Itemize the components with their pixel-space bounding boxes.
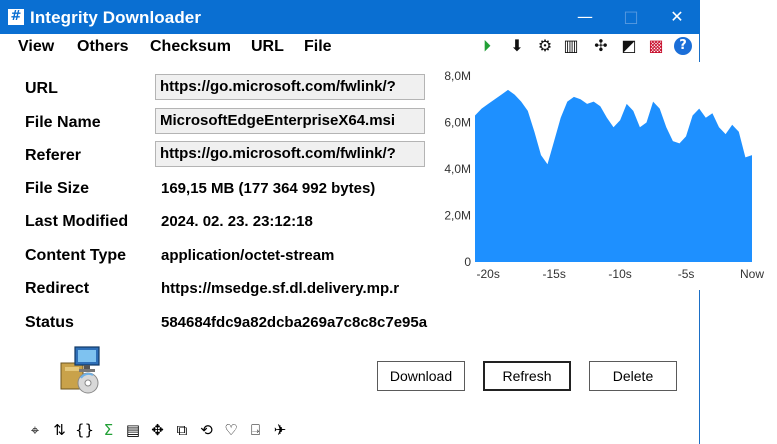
redirect-value: https://msedge.sf.dl.delivery.mp.r <box>161 280 400 297</box>
sigma-icon[interactable]: Σ <box>100 420 118 440</box>
delete-button[interactable]: Delete <box>589 361 677 391</box>
contrast-icon[interactable]: ◩ <box>620 37 638 55</box>
network-icon[interactable]: ✣ <box>592 37 610 55</box>
pin-icon[interactable]: ⌖ <box>26 420 44 440</box>
file-size-label: File Size <box>25 180 90 197</box>
y-tick-label: 6,0M <box>444 116 471 130</box>
runner-icon[interactable]: ✈ <box>271 420 289 440</box>
content-type-value: application/octet-stream <box>161 247 335 264</box>
file-name-field[interactable]: MicrosoftEdgeEnterpriseX64.msi <box>155 108 425 134</box>
y-tick-label: 8,0M <box>444 69 471 83</box>
x-tick-label: -5s <box>678 267 695 281</box>
redirect-label: Redirect <box>25 280 90 297</box>
bar-chart-icon[interactable]: ▥ <box>562 37 580 55</box>
x-tick-label: -10s <box>608 267 631 281</box>
file-name-label: File Name <box>25 114 101 131</box>
referer-label: Referer <box>25 147 82 164</box>
menu-view[interactable]: View <box>18 38 54 56</box>
sort-icon[interactable]: ⇅ <box>51 420 69 440</box>
y-tick-label: 2,0M <box>444 209 471 223</box>
status-label: Status <box>25 314 74 331</box>
maximize-button[interactable]: □ <box>608 0 654 34</box>
heart-icon[interactable]: ♡ <box>222 420 240 440</box>
installer-package-icon <box>60 346 100 394</box>
download-speed-chart: 0 2,0M 4,0M 6,0M 8,0M -20s -15s -10s -5s Now <box>425 62 777 290</box>
menu-others[interactable]: Others <box>77 38 129 56</box>
minimize-button[interactable]: — <box>562 0 608 34</box>
speed-area-series <box>475 89 752 263</box>
x-tick-label: -15s <box>542 267 565 281</box>
window-title: Integrity Downloader <box>30 8 202 27</box>
menu-url[interactable]: URL <box>251 38 284 56</box>
file-size-value: 169,15 MB (177 364 992 bytes) <box>161 180 376 197</box>
x-tick-label: Now <box>740 267 764 281</box>
gear-icon[interactable]: ⚙ <box>536 37 554 55</box>
download-button[interactable]: Download <box>377 361 465 391</box>
import-icon[interactable]: ⍈ <box>247 420 265 440</box>
url-label: URL <box>25 80 58 97</box>
title-bar[interactable]: # Integrity Downloader — □ ✕ <box>0 0 700 34</box>
y-tick-label: 4,0M <box>444 162 471 176</box>
url-field[interactable]: https://go.microsoft.com/fwlink/? <box>155 74 425 100</box>
x-tick-label: -20s <box>477 267 500 281</box>
history-icon[interactable]: ⟲ <box>198 420 216 440</box>
play-icon[interactable]: ⏵ <box>478 37 496 55</box>
referer-field[interactable]: https://go.microsoft.com/fwlink/? <box>155 141 425 167</box>
last-modified-value: 2024. 02. 23. 23:12:18 <box>161 213 313 230</box>
document-icon[interactable]: ▤ <box>124 420 142 440</box>
braces-icon[interactable]: {} <box>75 420 94 440</box>
chart-svg: 0 2,0M 4,0M 6,0M 8,0M -20s -15s -10s -5s Now <box>444 69 764 281</box>
menu-file[interactable]: File <box>304 38 332 56</box>
content-type-label: Content Type <box>25 247 127 264</box>
close-button[interactable]: ✕ <box>654 0 700 34</box>
uk-flag-icon[interactable]: ▩ <box>647 37 665 55</box>
move-icon[interactable]: ✥ <box>149 420 167 440</box>
copy-icon[interactable]: ⧉ <box>173 420 191 440</box>
y-tick-label: 0 <box>464 255 471 269</box>
last-modified-label: Last Modified <box>25 213 129 230</box>
download-arrow-icon[interactable]: ⬇ <box>508 37 526 55</box>
refresh-button[interactable]: Refresh <box>483 361 571 391</box>
app-hash-icon: # <box>8 9 24 25</box>
help-icon[interactable]: ? <box>674 37 692 55</box>
menu-checksum[interactable]: Checksum <box>150 38 231 56</box>
status-value: 584684fdc9a82dcba269a7c8c8c7e95a <box>161 314 428 331</box>
